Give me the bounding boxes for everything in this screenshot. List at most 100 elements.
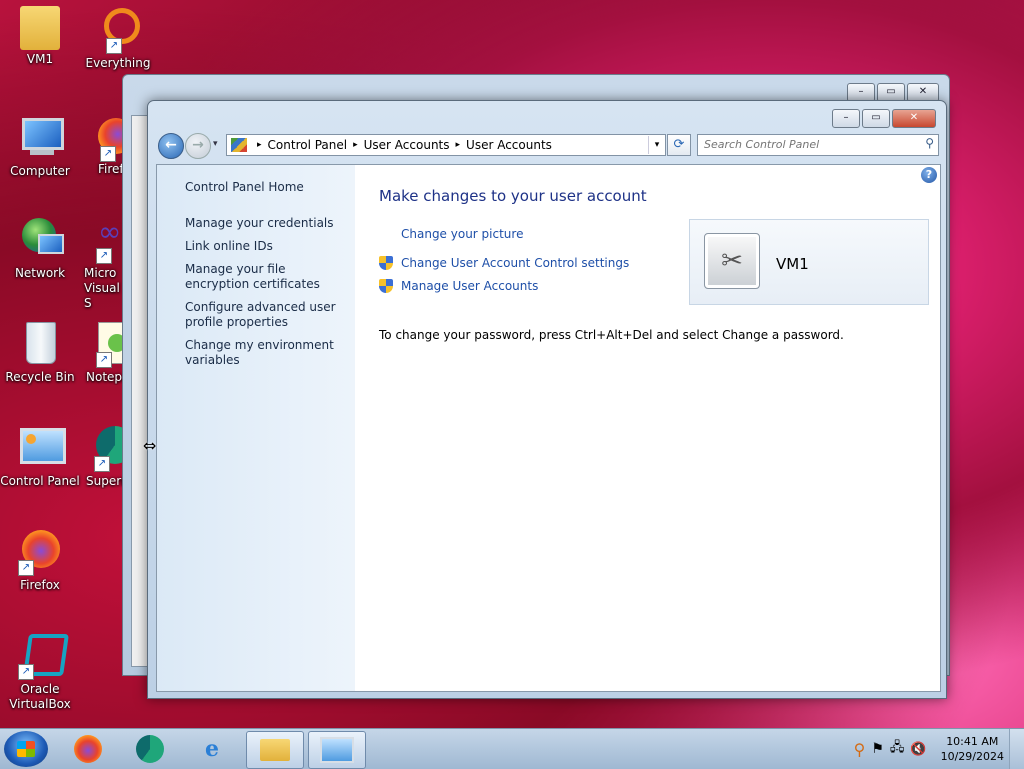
breadcrumb-user-accounts[interactable]: User Accounts xyxy=(364,138,450,152)
refresh-button[interactable]: ⟳ xyxy=(667,134,691,156)
desktop-icon-network[interactable]: Network xyxy=(0,216,80,281)
folder-icon xyxy=(260,739,290,761)
search-input[interactable] xyxy=(698,135,914,153)
breadcrumb-control-panel[interactable]: Control Panel xyxy=(268,138,348,152)
breadcrumb-separator-icon[interactable]: ▸ xyxy=(456,140,461,150)
control-panel-icon xyxy=(320,737,354,763)
desktop-icon-computer[interactable]: Computer xyxy=(0,114,80,179)
desktop-icon-label: Firef xyxy=(98,162,124,176)
start-button[interactable] xyxy=(4,731,48,767)
shortcut-arrow-icon: ↗ xyxy=(18,560,34,576)
virtualbox-icon: ↗ xyxy=(16,632,69,680)
sidebar-link-online-ids[interactable]: Link online IDs xyxy=(185,239,350,254)
control-panel-icon xyxy=(16,424,66,472)
taskbar-internet-explorer[interactable]: e xyxy=(184,731,240,767)
desktop-icon-label: Oracle VirtualBox xyxy=(9,682,71,711)
volume-muted-icon[interactable]: 🔇 xyxy=(910,742,926,757)
show-desktop-button[interactable] xyxy=(1009,729,1024,769)
supermium-icon xyxy=(136,735,164,763)
minimize-button[interactable]: – xyxy=(832,109,860,128)
search-box[interactable]: ⚲ xyxy=(697,134,939,156)
task-pane: Control Panel Home Manage your credentia… xyxy=(157,165,355,691)
task-manage-user-accounts[interactable]: Manage User Accounts xyxy=(379,279,538,293)
folder-icon xyxy=(20,6,60,50)
sidebar-link-encryption-certificates[interactable]: Manage your file encryption certificates xyxy=(185,262,350,292)
user-accounts-window[interactable]: – ▭ ✕ ← → ▾ ▸ Control Panel ▸ User Accou… xyxy=(147,100,947,699)
address-dropdown-icon[interactable]: ▾ xyxy=(648,136,665,154)
sidebar-link-environment-variables[interactable]: Change my environment variables xyxy=(185,338,350,368)
breadcrumb-user-accounts-current[interactable]: User Accounts xyxy=(466,138,552,152)
taskbar: e ⚲ ⚑ 🖧 🔇 10:41 AM 10/29/2024 xyxy=(0,728,1024,769)
back-button[interactable]: ← xyxy=(158,133,184,159)
taskbar-file-explorer[interactable] xyxy=(246,731,304,769)
uac-shield-icon xyxy=(379,256,393,270)
desktop-icon-control-panel[interactable]: Control Panel xyxy=(0,424,80,489)
windows-logo-icon xyxy=(17,741,35,757)
maximize-button[interactable]: ▭ xyxy=(862,109,890,128)
main-content: ? Make changes to your user account Chan… xyxy=(355,165,940,691)
task-change-picture[interactable]: Change your picture xyxy=(401,227,523,241)
desktop-icon-recycle-bin[interactable]: Recycle Bin xyxy=(0,320,80,385)
navigation-bar: ← → ▾ ▸ Control Panel ▸ User Accounts ▸ … xyxy=(156,131,939,159)
password-instruction: To change your password, press Ctrl+Alt+… xyxy=(379,328,844,342)
control-panel-icon xyxy=(231,138,247,152)
desktop-icon-label: Firefox xyxy=(20,578,60,592)
internet-explorer-icon: e xyxy=(205,736,219,762)
user-account-tile: ✂ VM1 xyxy=(689,219,929,305)
help-icon[interactable]: ? xyxy=(921,167,937,183)
taskbar-control-panel[interactable] xyxy=(308,731,366,769)
search-tray-icon[interactable]: ⚲ xyxy=(854,740,866,759)
sidebar-link-advanced-profile-properties[interactable]: Configure advanced user profile properti… xyxy=(185,300,350,330)
user-avatar[interactable]: ✂ xyxy=(704,233,760,289)
desktop-icon-firefox[interactable]: ↗ Firefox xyxy=(0,528,80,593)
uac-shield-icon xyxy=(379,279,393,293)
network-icon[interactable]: 🖧 xyxy=(890,738,905,760)
everything-icon: ↗ xyxy=(94,6,142,54)
firefox-icon: ↗ xyxy=(16,528,64,576)
shortcut-arrow-icon: ↗ xyxy=(18,664,34,680)
shortcut-arrow-icon: ↗ xyxy=(106,38,122,54)
desktop-icon-label: Computer xyxy=(10,164,70,178)
recycle-bin-icon xyxy=(16,320,64,368)
breadcrumb-separator-icon[interactable]: ▸ xyxy=(257,140,262,150)
address-bar[interactable]: ▸ Control Panel ▸ User Accounts ▸ User A… xyxy=(226,134,666,156)
desktop-icon-everything[interactable]: ↗ Everything xyxy=(78,6,158,71)
desktop-icon-label: Recycle Bin xyxy=(5,370,75,384)
network-icon xyxy=(16,216,64,264)
sidebar-link-manage-credentials[interactable]: Manage your credentials xyxy=(185,216,350,231)
forward-button[interactable]: → xyxy=(185,133,211,159)
window-client-area: Control Panel Home Manage your credentia… xyxy=(156,164,941,692)
clock-date: 10/29/2024 xyxy=(940,750,1004,763)
shortcut-arrow-icon: ↗ xyxy=(100,146,116,162)
desktop-icon-oracle-virtualbox[interactable]: ↗ Oracle VirtualBox xyxy=(0,632,80,712)
desktop-icon-vm1[interactable]: VM1 xyxy=(0,6,80,67)
close-button[interactable]: ✕ xyxy=(892,109,936,128)
desktop-icon-label: VM1 xyxy=(26,52,54,66)
clock-time: 10:41 AM xyxy=(946,735,999,748)
desktop-icon-label: Micro Visual S xyxy=(84,266,120,310)
sidebar-link-control-panel-home[interactable]: Control Panel Home xyxy=(185,180,350,195)
page-title: Make changes to your user account xyxy=(379,187,647,205)
desktop-icon-label: Everything xyxy=(85,56,151,70)
clock[interactable]: 10:41 AM 10/29/2024 xyxy=(941,734,1004,764)
search-icon[interactable]: ⚲ xyxy=(925,136,934,150)
shortcut-arrow-icon: ↗ xyxy=(94,456,110,472)
user-name: VM1 xyxy=(776,255,809,273)
shortcut-arrow-icon: ↗ xyxy=(96,248,112,264)
task-label[interactable]: Manage User Accounts xyxy=(401,279,538,293)
caption-buttons: – ▭ ✕ xyxy=(832,109,936,128)
desktop-icon-label: Control Panel xyxy=(0,474,80,488)
task-label[interactable]: Change User Account Control settings xyxy=(401,256,629,270)
desktop-icon-label: Network xyxy=(14,266,66,280)
recent-pages-dropdown[interactable]: ▾ xyxy=(213,139,218,149)
shortcut-arrow-icon: ↗ xyxy=(96,352,112,368)
computer-icon xyxy=(16,114,64,162)
taskbar-supermium[interactable] xyxy=(122,731,178,767)
task-change-uac-settings[interactable]: Change User Account Control settings xyxy=(379,256,629,270)
system-tray: ⚲ ⚑ 🖧 🔇 10:41 AM 10/29/2024 xyxy=(854,729,1024,769)
resize-cursor-icon: ⇔ xyxy=(143,436,157,455)
firefox-icon xyxy=(74,735,102,763)
breadcrumb-separator-icon[interactable]: ▸ xyxy=(353,140,358,150)
taskbar-firefox[interactable] xyxy=(60,731,116,767)
action-center-flag-icon[interactable]: ⚑ xyxy=(871,741,884,757)
